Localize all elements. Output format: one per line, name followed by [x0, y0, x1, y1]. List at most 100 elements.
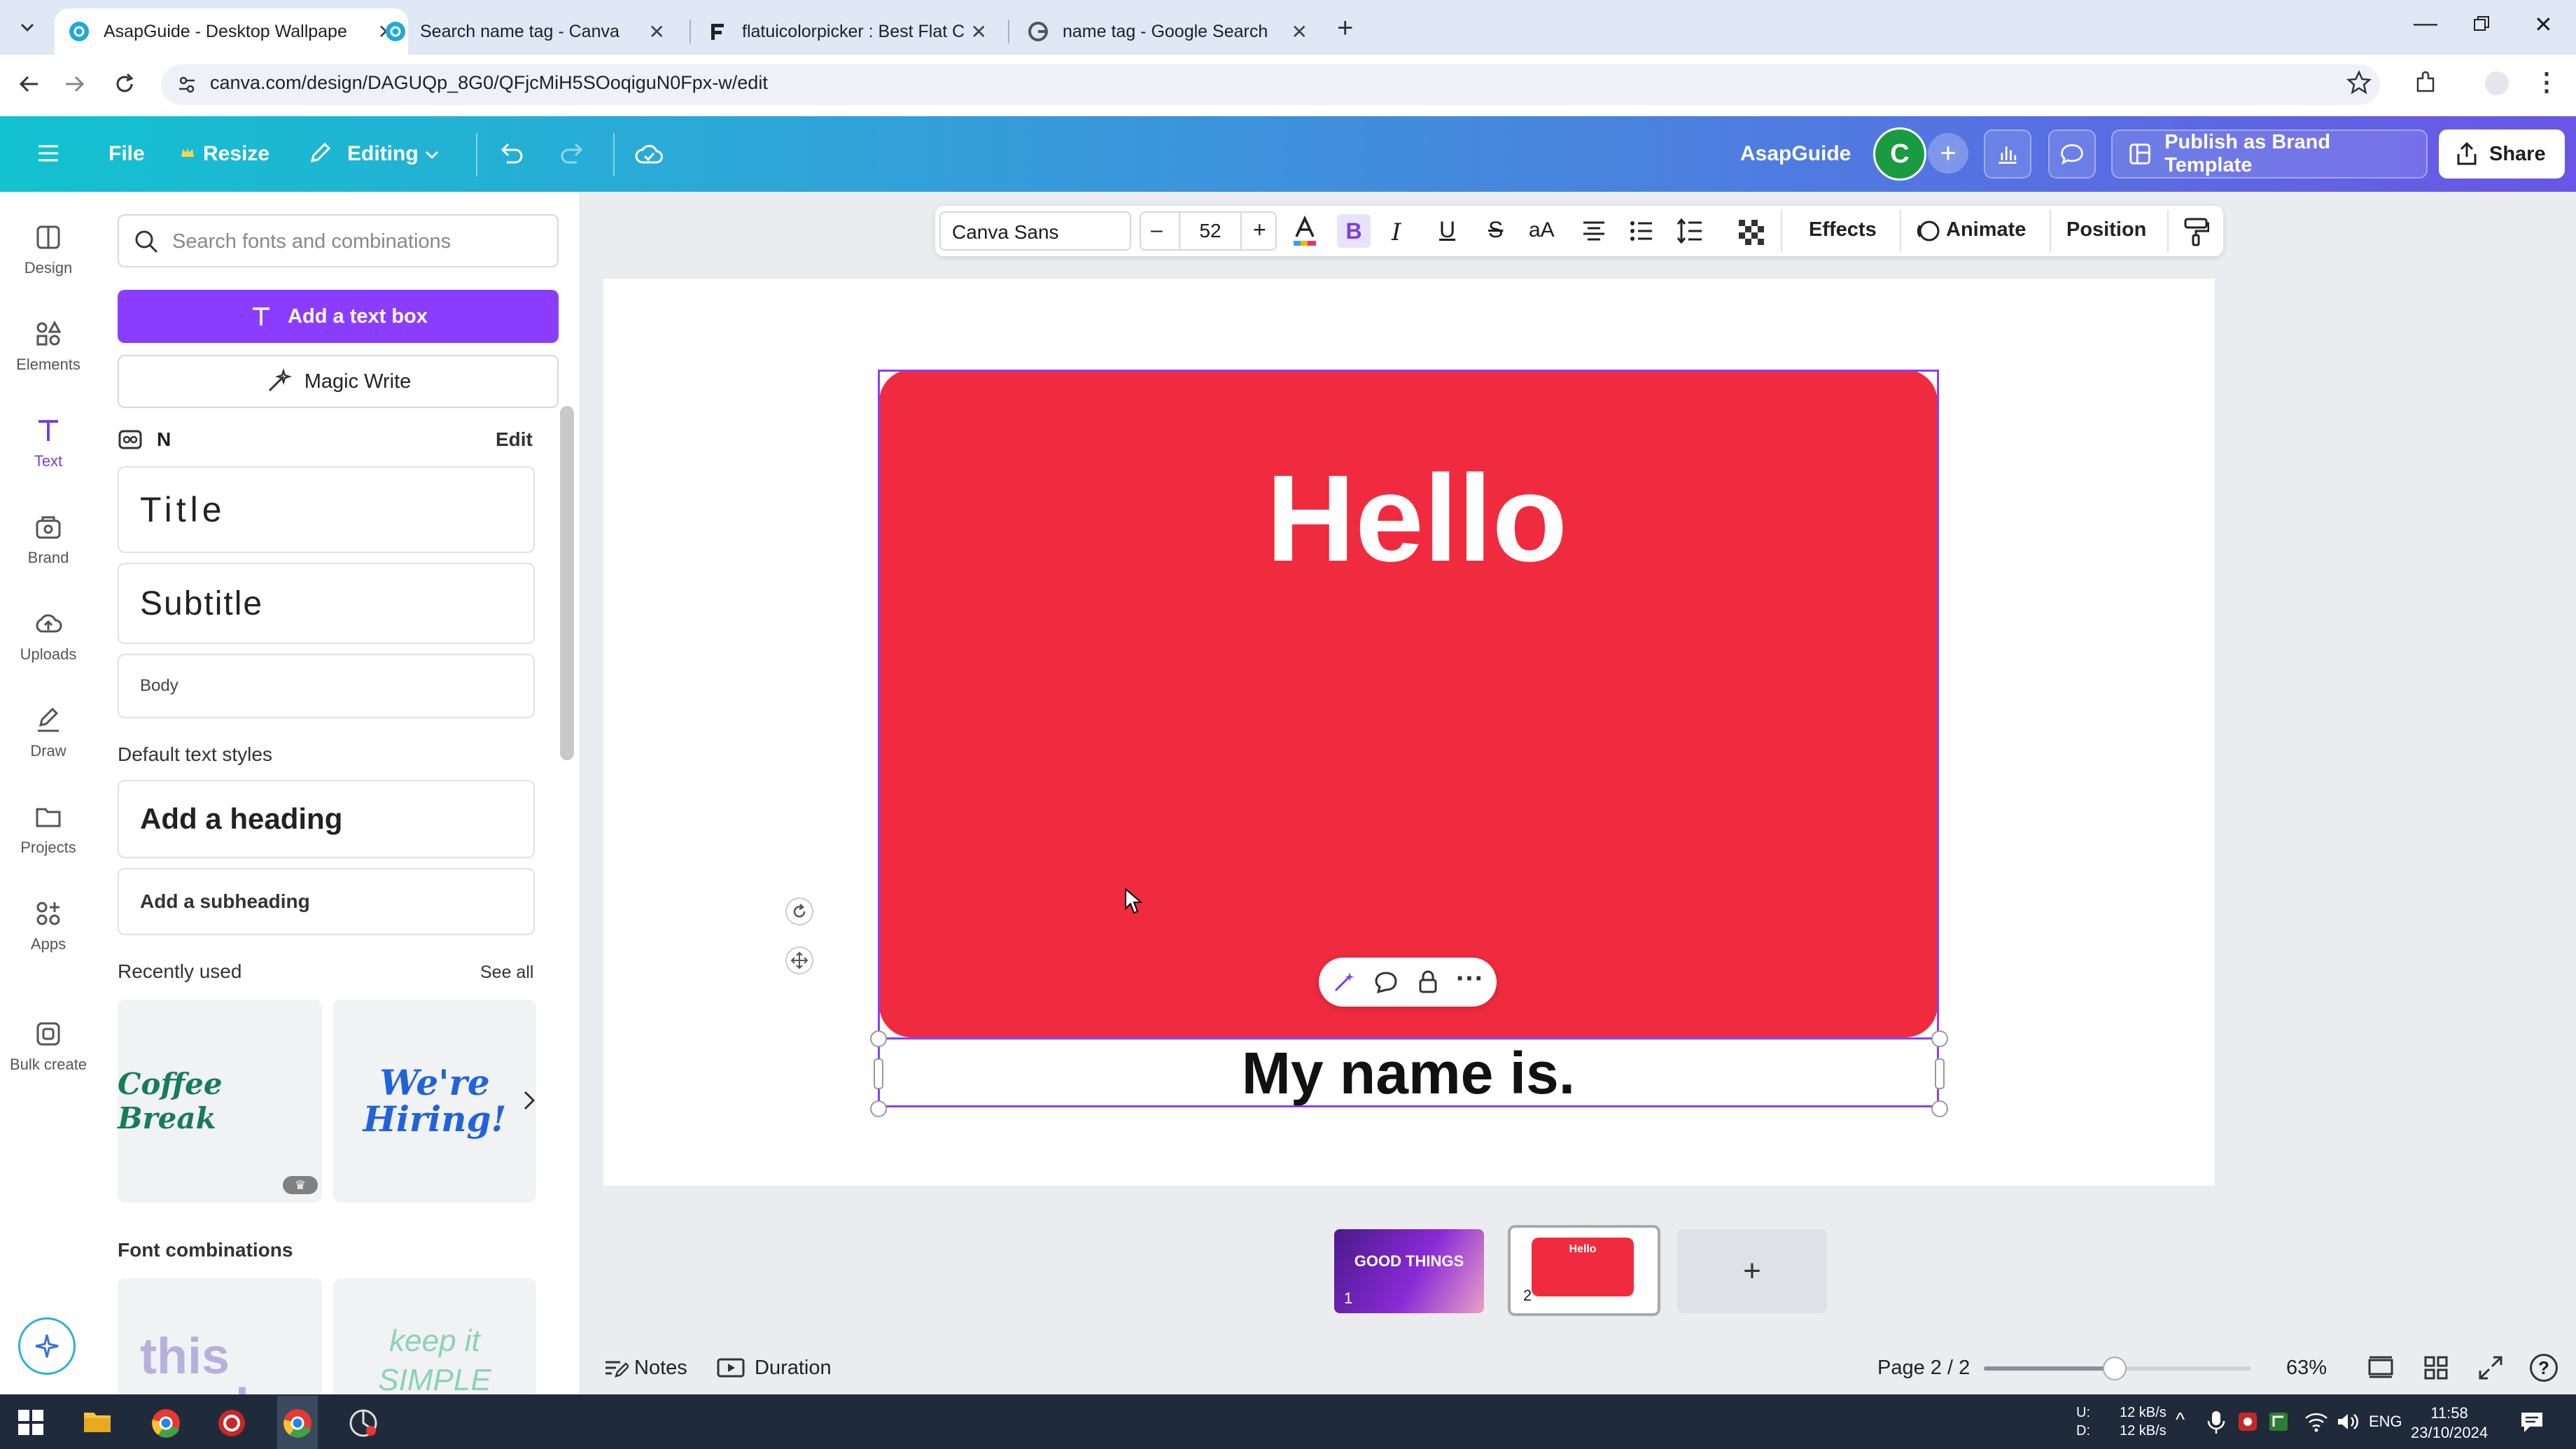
resize-button[interactable]: Resize — [203, 142, 270, 166]
brand-subtitle-style[interactable]: Subtitle — [118, 563, 535, 644]
rail-item-apps[interactable]: Apps — [0, 899, 97, 953]
comments-button[interactable] — [2048, 130, 2096, 178]
back-icon[interactable] — [17, 71, 42, 97]
invite-plus-icon[interactable]: + — [1928, 133, 1968, 174]
file-menu[interactable]: File — [108, 142, 145, 166]
comment-add-icon[interactable] — [1373, 969, 1399, 995]
chrome-icon[interactable] — [151, 1408, 181, 1438]
browser-tab-4[interactable]: name tag - Google Search ✕ — [1014, 8, 1322, 55]
text-color-icon[interactable] — [1291, 216, 1319, 248]
font-size-input[interactable]: 52 — [1179, 213, 1242, 249]
chevron-down-icon[interactable] — [423, 146, 441, 164]
app-tray-icon[interactable] — [2268, 1411, 2289, 1432]
close-icon[interactable]: ✕ — [971, 20, 987, 43]
wifi-icon[interactable] — [2304, 1411, 2328, 1432]
editing-mode-dropdown[interactable]: Editing — [347, 142, 419, 166]
recorder-icon[interactable] — [217, 1408, 246, 1438]
resize-handle[interactable] — [870, 1030, 887, 1047]
tab-search-dropdown-icon[interactable] — [15, 15, 39, 39]
profile-avatar[interactable] — [2485, 71, 2509, 95]
letter-case-button[interactable]: aA — [1529, 218, 1555, 242]
rotate-handle-icon[interactable] — [785, 897, 813, 925]
rail-item-brand[interactable]: Brand — [0, 512, 97, 567]
page-thumbnail-1[interactable]: GOOD THINGS 1 — [1334, 1229, 1484, 1313]
animate-button[interactable]: Animate — [1946, 218, 2026, 241]
screen-capture-icon[interactable] — [349, 1408, 378, 1438]
resize-handle[interactable] — [1931, 1030, 1948, 1047]
recent-template-coffee-break[interactable]: Coffee Break ♛ — [118, 1000, 322, 1203]
forward-icon[interactable] — [62, 71, 87, 97]
my-name-is-text[interactable]: My name is. — [879, 1039, 1938, 1107]
brand-kit-name[interactable]: N — [157, 428, 171, 451]
close-icon[interactable]: ✕ — [1292, 20, 1308, 43]
position-button[interactable]: Position — [2066, 218, 2146, 241]
brand-title-style[interactable]: Title — [118, 466, 535, 553]
recent-template-were-hiring[interactable]: We're Hiring! — [333, 1000, 536, 1203]
browser-tab-3[interactable]: flatuicolorpicker : Best Flat Colo ✕ — [693, 8, 1001, 55]
strikethrough-button[interactable]: S — [1488, 217, 1503, 243]
redo-icon[interactable] — [559, 140, 587, 168]
fullscreen-icon[interactable] — [2478, 1355, 2503, 1380]
font-combo-this-week[interactable]: this week — [118, 1278, 322, 1394]
font-combo-keep-it-simple[interactable]: keep it SIMPLE — [333, 1278, 536, 1394]
font-search-box[interactable]: Search fonts and combinations — [118, 214, 559, 267]
notes-icon[interactable] — [603, 1357, 629, 1379]
browser-tab-2[interactable]: Search name tag - Canva ✕ — [371, 8, 679, 55]
minimize-icon[interactable]: — — [2414, 10, 2437, 37]
extensions-icon[interactable] — [2414, 70, 2439, 95]
windows-start-icon[interactable] — [18, 1410, 43, 1435]
see-all-link[interactable]: See all — [480, 962, 533, 983]
rail-item-text[interactable]: Text — [0, 416, 97, 470]
browser-menu-icon[interactable]: ⋮ — [2534, 67, 2559, 97]
url-text[interactable]: canva.com/design/DAGUQp_8G0/QFjcMiH5SOoq… — [210, 72, 768, 94]
help-icon[interactable]: ? — [2530, 1354, 2558, 1382]
rail-item-design[interactable]: Design — [0, 223, 97, 277]
bullet-list-icon[interactable] — [1628, 218, 1655, 244]
resize-handle[interactable] — [1935, 1058, 1945, 1089]
grid-view-icon[interactable] — [2423, 1355, 2449, 1380]
zoom-slider-track[interactable] — [1984, 1357, 2251, 1380]
insights-button[interactable] — [1984, 130, 2031, 178]
browser-tab-1[interactable]: AsapGuide - Desktop Wallpape ✕ — [55, 8, 408, 55]
reload-icon[interactable] — [112, 71, 137, 97]
file-explorer-icon[interactable] — [83, 1408, 112, 1435]
rail-item-bulk-create[interactable]: Bulk create — [0, 1019, 97, 1074]
transparency-icon[interactable] — [1739, 220, 1764, 245]
bookmark-star-icon[interactable] — [2346, 70, 2372, 95]
notification-center-icon[interactable] — [2520, 1411, 2544, 1434]
notes-button[interactable]: Notes — [634, 1357, 687, 1380]
move-handle-icon[interactable] — [785, 946, 813, 974]
font-size-increase-button[interactable]: + — [1253, 217, 1266, 243]
new-tab-icon[interactable]: + — [1337, 13, 1353, 44]
microphone-icon[interactable] — [2206, 1410, 2226, 1435]
align-center-icon[interactable] — [1581, 218, 1607, 244]
add-text-box-button[interactable]: Add a text box — [118, 290, 559, 343]
lock-icon[interactable] — [1415, 969, 1441, 995]
rail-item-projects[interactable]: Projects — [0, 802, 97, 857]
resize-handle[interactable] — [874, 1058, 883, 1089]
page-thumbnail-2[interactable]: Hello 2 — [1508, 1225, 1660, 1316]
font-family-dropdown[interactable]: Canva Sans — [939, 211, 1131, 251]
add-heading-style[interactable]: Add a heading — [118, 780, 535, 858]
zoom-level[interactable]: 63% — [2286, 1357, 2327, 1380]
edit-brand-kit-link[interactable]: Edit — [496, 428, 533, 451]
restore-icon[interactable] — [2473, 15, 2490, 32]
more-options-icon[interactable]: ··· — [1456, 963, 1484, 995]
language-indicator[interactable]: ENG — [2369, 1413, 2402, 1431]
underline-button[interactable]: U — [1439, 217, 1455, 243]
publish-brand-template-button[interactable]: Publish as Brand Template — [2111, 130, 2428, 178]
chevron-right-icon[interactable] — [521, 1086, 538, 1114]
italic-button[interactable]: I — [1392, 218, 1401, 246]
bold-button[interactable]: B — [1337, 214, 1371, 248]
magic-write-button[interactable]: Magic Write — [118, 355, 559, 408]
site-info-icon[interactable] — [176, 74, 197, 95]
rail-item-elements[interactable]: Elements — [0, 319, 97, 374]
team-name[interactable]: AsapGuide — [1740, 142, 1851, 166]
add-page-button[interactable]: + — [1677, 1229, 1827, 1313]
magic-edit-icon[interactable] — [1331, 969, 1357, 995]
animate-icon[interactable] — [1915, 218, 1940, 244]
add-subheading-style[interactable]: Add a subheading — [118, 868, 535, 935]
zoom-slider-handle[interactable] — [2103, 1357, 2127, 1380]
magic-assistant-button[interactable] — [18, 1317, 76, 1375]
resize-handle[interactable] — [870, 1100, 887, 1117]
